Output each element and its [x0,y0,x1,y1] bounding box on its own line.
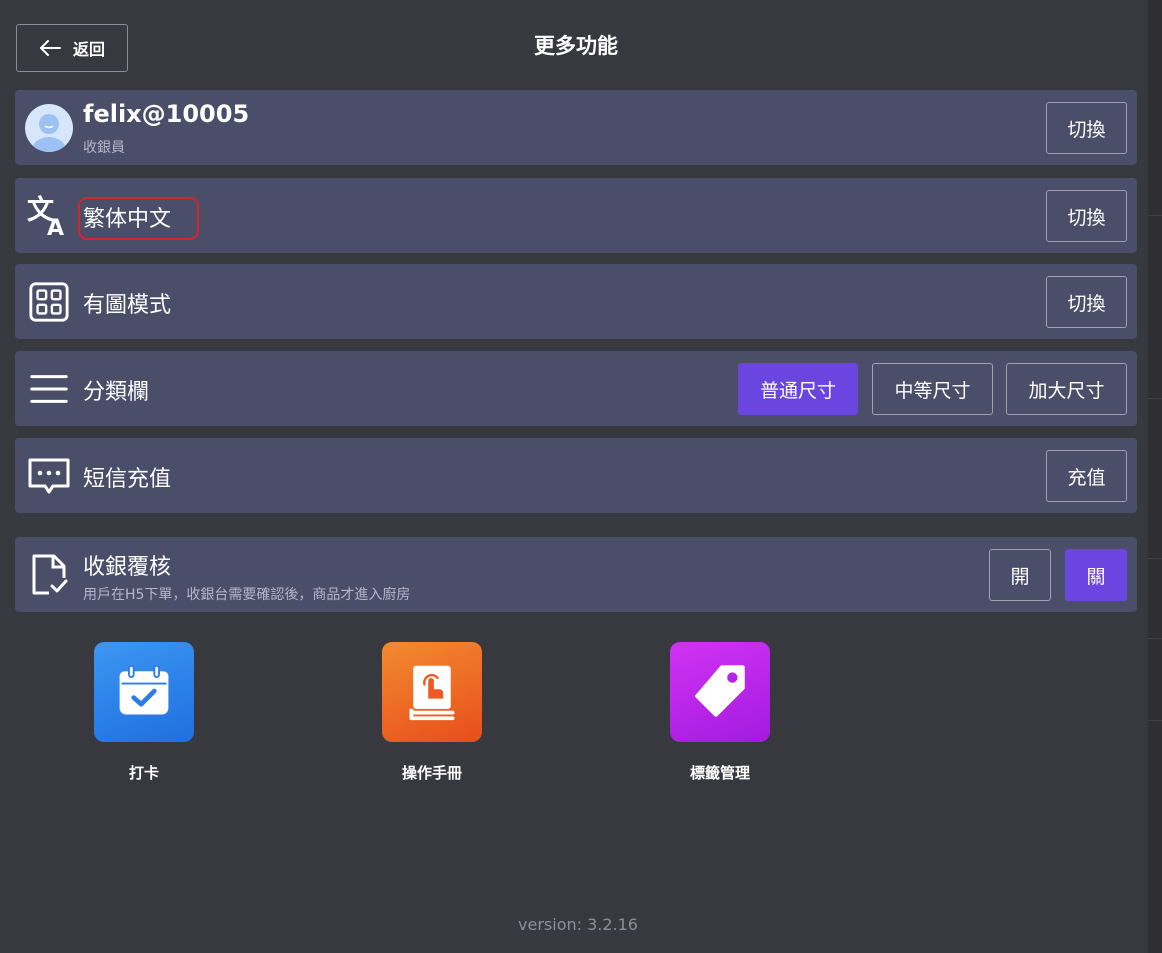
avatar [25,104,73,152]
view-mode-label: 有圖模式 [83,293,172,318]
grid-icon [27,280,71,324]
size-large-button[interactable]: 加大尺寸 [1006,363,1127,415]
switch-user-button[interactable]: 切換 [1046,102,1127,154]
tag-icon[interactable] [670,642,770,742]
svg-text:A: A [47,216,64,238]
calendar-check-icon[interactable] [94,642,194,742]
app-label: 標籤管理 [689,764,750,782]
app-clock-in[interactable]: 打卡 [79,642,209,783]
page-title: 更多功能 [534,34,618,58]
category-bar-label: 分類欄 [83,380,150,405]
switch-view-mode-button[interactable]: 切換 [1046,276,1127,328]
translate-icon: 文 A [27,194,71,238]
review-off-button[interactable]: 關 [1065,549,1127,601]
sms-row: 短信充值 充值 [15,438,1137,513]
document-check-icon [27,553,71,597]
review-on-button[interactable]: 開 [989,549,1051,601]
switch-language-button[interactable]: 切換 [1046,190,1127,242]
recharge-button[interactable]: 充值 [1046,450,1127,502]
language-row: 文 A 繁体中文 切換 [15,178,1137,253]
window-edge [1148,0,1162,953]
message-icon [27,454,71,498]
manual-book-icon[interactable] [382,642,482,742]
menu-icon [27,367,71,411]
user-row: felix@10005 收銀員 切換 [15,90,1137,165]
checkout-review-label: 收銀覆核 [83,555,172,580]
app-label: 操作手冊 [401,764,462,782]
app-manual[interactable]: 操作手冊 [367,642,497,783]
user-role: 收銀員 [83,140,125,156]
size-normal-button[interactable]: 普通尺寸 [738,363,858,415]
sms-label: 短信充值 [83,467,172,492]
category-bar-row: 分類欄 普通尺寸 中等尺寸 加大尺寸 [15,351,1137,426]
user-name: felix@10005 [83,100,250,128]
highlight-annotation [78,197,199,240]
checkout-review-row: 收銀覆核 用戶在H5下單，收銀台需要確認後，商品才進入廚房 開 關 [15,537,1137,612]
app-label: 打卡 [128,764,159,782]
version-label: version: 3.2.16 [518,915,638,934]
app-tag-management[interactable]: 標籤管理 [655,642,785,783]
checkout-review-description: 用戶在H5下單，收銀台需要確認後，商品才進入廚房 [83,587,411,603]
size-medium-button[interactable]: 中等尺寸 [872,363,993,415]
view-mode-row: 有圖模式 切換 [15,264,1137,339]
